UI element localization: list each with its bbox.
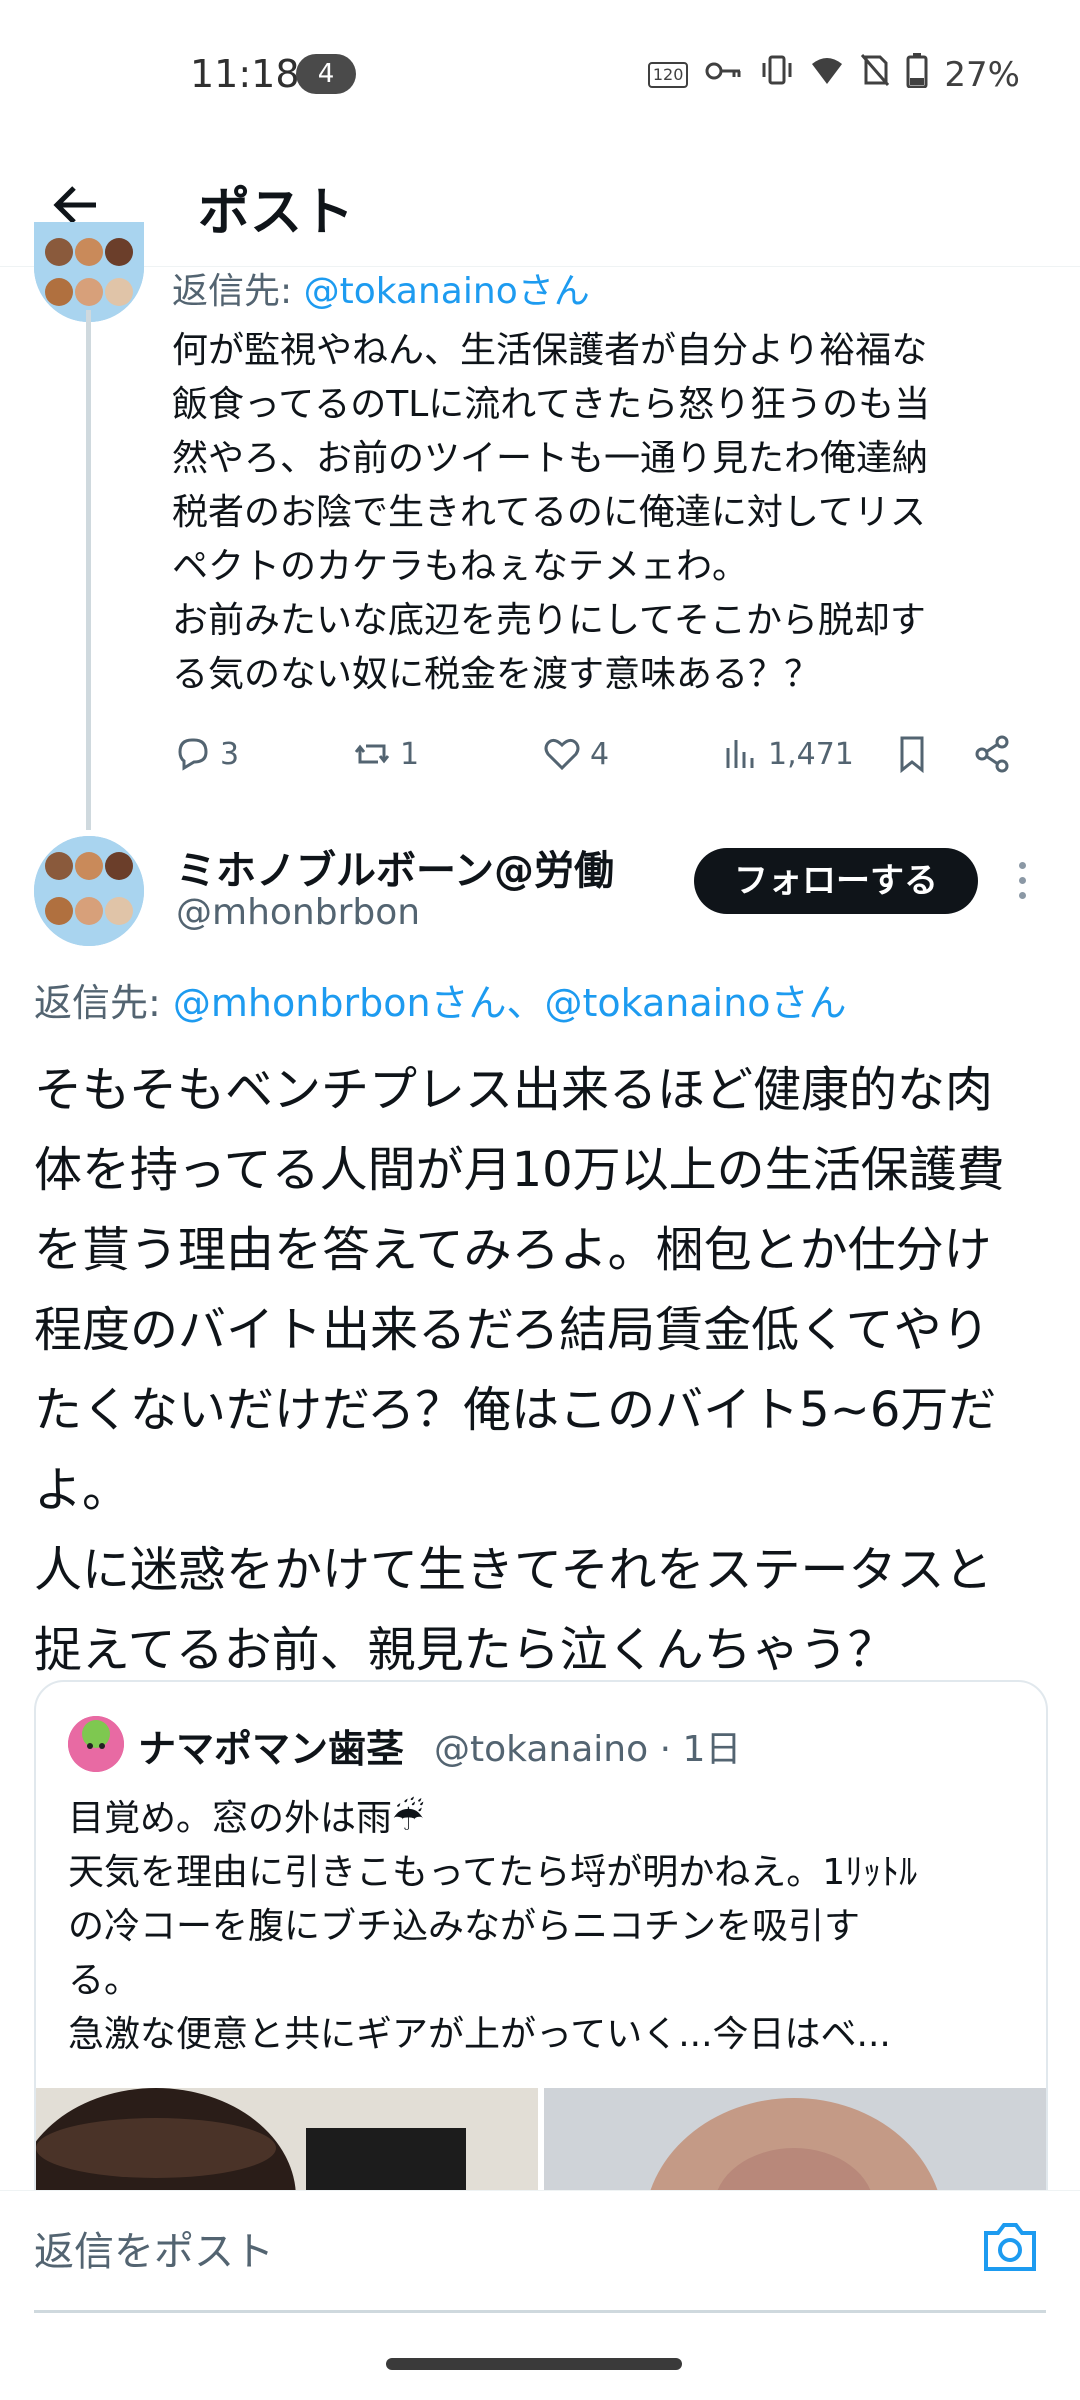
quote-author-handle: @tokanaino · 1日 bbox=[434, 1729, 742, 1770]
repost-count: 1 bbox=[400, 736, 420, 772]
reply-to-label: 返信先: @tokanainoさん bbox=[172, 271, 590, 312]
quoted-tweet-card[interactable]: ナマポマン歯茎 @tokanaino · 1日 目覚め。窓の外は雨☔ 天気を理由… bbox=[34, 1680, 1048, 2244]
composer-underline bbox=[34, 2310, 1046, 2313]
quote-text: 目覚め。窓の外は雨☔ 天気を理由に引きこもってたら埒が明かねえ。1ﾘｯﾄﾙ の冷… bbox=[68, 1798, 918, 2055]
tweet-actions: 3 1 4 1,471 bbox=[172, 730, 1032, 780]
battery-icon bbox=[906, 52, 928, 97]
tweet-text: 何が監視やねん、生活保護者が自分より裕福な 飯食ってるのTLに流れてきたら怒り狂… bbox=[172, 330, 931, 695]
view-count: 1,471 bbox=[768, 736, 854, 772]
thread-line bbox=[86, 310, 91, 830]
author-handle[interactable]: @mhonbrbon bbox=[176, 892, 420, 933]
vibrate-icon bbox=[760, 53, 794, 96]
main-tweet-text: そもそもベンチプレス出来るほど健康的な肉 体を持ってる人間が月10万以上の生活保… bbox=[34, 1062, 1005, 1678]
reply-input[interactable]: 返信をポスト bbox=[34, 2219, 274, 2277]
dot-icon bbox=[1018, 892, 1026, 899]
vpn-key-icon bbox=[704, 55, 744, 95]
camera-button[interactable] bbox=[980, 2219, 1040, 2275]
analytics-icon bbox=[726, 740, 754, 768]
battery-percent: 27% bbox=[944, 54, 1020, 95]
reply-count: 3 bbox=[220, 736, 240, 772]
dot-icon bbox=[1018, 877, 1026, 884]
repost-button[interactable]: 1 bbox=[352, 734, 419, 774]
mention-links[interactable]: @mhonbrbonさん、@tokanainoさん bbox=[173, 981, 847, 1025]
quote-author-name: ナマポマン歯茎 bbox=[138, 1727, 405, 1771]
more-options-button[interactable] bbox=[1006, 856, 1038, 912]
quote-author-avatar bbox=[68, 1716, 124, 1772]
notification-count-badge: 4 bbox=[296, 54, 356, 94]
page-title: ポスト bbox=[198, 183, 355, 243]
like-button[interactable]: 4 bbox=[542, 734, 609, 774]
reply-composer: 返信をポスト bbox=[0, 2190, 1080, 2311]
repost-icon bbox=[354, 744, 390, 764]
home-indicator[interactable] bbox=[386, 2358, 682, 2370]
camera-icon bbox=[984, 2223, 1036, 2271]
status-time: 11:18 bbox=[190, 52, 300, 96]
heart-icon bbox=[544, 738, 580, 771]
refresh-rate-icon: 120 bbox=[647, 61, 689, 88]
author-avatar[interactable] bbox=[34, 836, 144, 946]
mention-link[interactable]: @tokanainoさん bbox=[304, 271, 590, 312]
views-button[interactable]: 1,471 bbox=[720, 734, 854, 774]
status-bar: 11:18 4 120 27% bbox=[0, 0, 1080, 150]
follow-button[interactable]: フォローする bbox=[694, 848, 978, 914]
top-app-bar: ポスト bbox=[0, 150, 1080, 267]
reply-to-label: 返信先: @mhonbrbonさん、@tokanainoさん bbox=[34, 981, 847, 1025]
avatar[interactable] bbox=[34, 222, 144, 322]
author-name[interactable]: ミホノブルボーン@労働 bbox=[176, 838, 614, 896]
share-icon bbox=[975, 735, 1009, 773]
no-sim-icon bbox=[860, 53, 890, 96]
dot-icon bbox=[1018, 862, 1026, 869]
reply-icon bbox=[178, 738, 208, 771]
bookmark-icon bbox=[900, 736, 924, 774]
share-button[interactable] bbox=[972, 734, 1012, 774]
reply-button[interactable]: 3 bbox=[172, 734, 239, 774]
wifi-icon bbox=[810, 55, 844, 95]
like-count: 4 bbox=[590, 736, 610, 772]
status-icons: 120 27% bbox=[647, 52, 1020, 97]
bookmark-button[interactable] bbox=[892, 734, 932, 774]
